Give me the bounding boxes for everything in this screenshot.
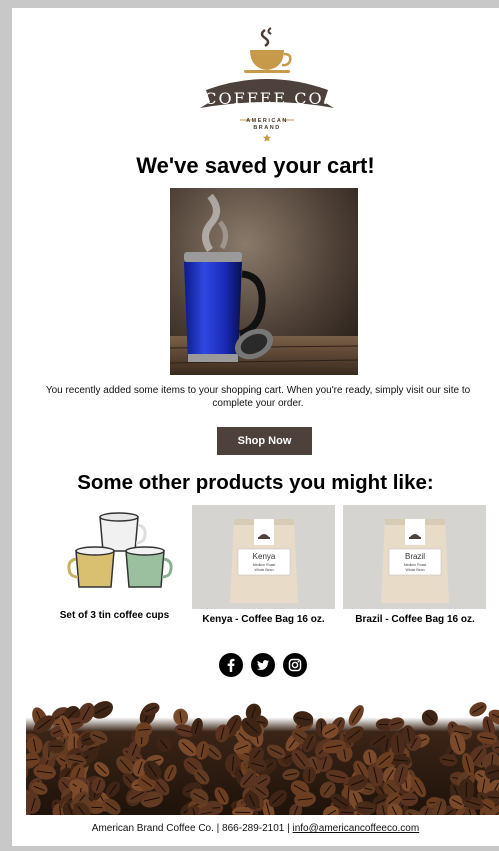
recommendations-title: Some other products you might like: [77,471,434,494]
brazil-bag-sub1: Medium Roast [404,563,427,567]
footer: American Brand Coffee Co. | 866-289-2101… [12,823,499,834]
twitter-icon[interactable] [251,653,275,677]
logo-tagline-1: AMERICAN [246,118,288,124]
kenya-bag-label: Kenya [253,552,276,561]
page-title: We've saved your cart! [136,153,375,178]
kenya-bag-sub1: Medium Roast [253,563,276,567]
star-icon [263,134,271,142]
brazil-bag-sub2: Whole Bean [405,568,424,572]
product-name-kenya-bag[interactable]: Kenya - Coffee Bag 16 oz. [188,614,339,625]
product-image-brazil-bag[interactable]: Brazil Medium Roast Whole Bean [343,505,486,609]
intro-text: You recently added some items to your sh… [45,385,471,409]
coffee-beans-image [26,696,499,815]
footer-contact: American Brand Coffee Co. | 866-289-2101… [91,823,293,834]
hero-image-travel-mug [170,188,358,375]
product-image-tin-cups[interactable] [52,505,177,609]
logo-tagline-2: BRAND [253,125,280,131]
footer-email-link[interactable]: info@americancoffeeco.com [292,823,419,834]
brazil-bag-label: Brazil [405,552,425,561]
email-body: COFFEE CO. AMERICAN BRAND We've saved yo… [12,8,499,846]
logo-name: COFFEE CO. [204,89,330,108]
shop-now-button[interactable]: Shop Now [217,427,312,455]
product-name-tin-cups[interactable]: Set of 3 tin coffee cups [42,610,187,621]
instagram-icon[interactable] [283,653,307,677]
product-image-kenya-bag[interactable]: Kenya Medium Roast Whole Bean [192,505,335,609]
kenya-bag-sub2: Whole Bean [254,568,273,572]
coffee-co-logo[interactable]: COFFEE CO. AMERICAN BRAND [192,22,342,147]
facebook-icon[interactable] [219,653,243,677]
product-name-brazil-bag[interactable]: Brazil - Coffee Bag 16 oz. [340,614,490,625]
